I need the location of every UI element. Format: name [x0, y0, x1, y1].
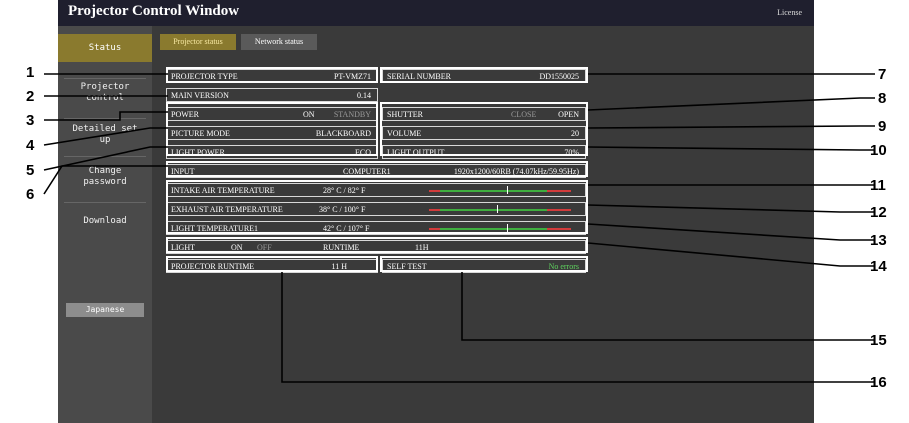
callout-lines	[43, 73, 875, 383]
callout-number: 16	[870, 374, 887, 391]
callout-number: 5	[26, 162, 35, 179]
callout-number: 15	[870, 332, 887, 349]
callout-number: 7	[878, 66, 887, 83]
callout-number: 14	[870, 258, 887, 275]
callout-number: 3	[26, 112, 35, 129]
callout-number: 6	[26, 186, 35, 203]
callout-number: 2	[26, 88, 35, 105]
callout-number: 10	[870, 142, 887, 159]
callout-number: 11	[870, 177, 886, 194]
callout-number: 4	[26, 137, 35, 154]
callout-number: 12	[870, 204, 887, 221]
callout-number: 9	[878, 118, 887, 135]
callout-number: 8	[878, 90, 887, 107]
callout-number: 13	[870, 232, 887, 249]
callout-number: 1	[26, 64, 35, 81]
